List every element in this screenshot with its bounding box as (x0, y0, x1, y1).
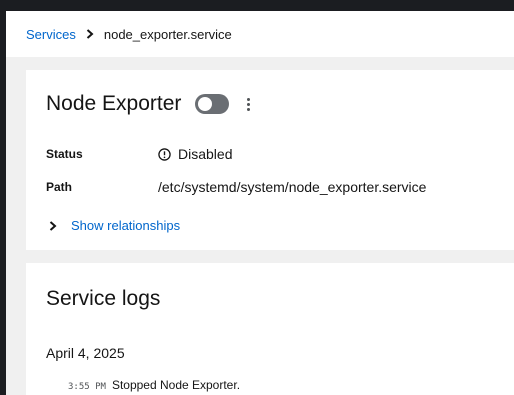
breadcrumb-current: node_exporter.service (103, 26, 232, 42)
service-detail-card: Node Exporter Status Disabled Path /etc/… (26, 70, 514, 250)
chevron-right-icon (86, 29, 94, 39)
log-entry: 3:55 PM Stopped Node Exporter. (68, 378, 240, 392)
service-enable-toggle[interactable] (195, 94, 230, 114)
log-date: April 4, 2025 (46, 345, 125, 361)
info-circle-icon (158, 147, 171, 161)
status-value: Disabled (178, 146, 233, 162)
show-relationships-label: Show relationships (71, 218, 181, 233)
path-value: /etc/systemd/system/node_exporter.servic… (158, 179, 427, 195)
kebab-menu-icon[interactable] (243, 94, 253, 114)
service-logs-card: Service logs April 4, 2025 3:55 PM Stopp… (26, 263, 514, 395)
service-logs-title: Service logs (46, 287, 161, 310)
app-frame: Services node_exporter.service Node Expo… (6, 11, 514, 395)
toggle-knob (198, 97, 213, 111)
status-value-group: Disabled (158, 146, 232, 162)
service-title: Node Exporter (46, 92, 182, 115)
path-label: Path (46, 180, 73, 194)
path-row: Path /etc/systemd/system/node_exporter.s… (46, 179, 426, 195)
service-title-row: Node Exporter (46, 92, 253, 116)
status-row: Status Disabled (46, 146, 232, 162)
breadcrumb: Services node_exporter.service (6, 11, 514, 57)
status-label: Status (46, 147, 83, 161)
log-time: 3:55 PM (68, 382, 106, 392)
breadcrumb-link-services[interactable]: Services (26, 27, 76, 42)
show-relationships-toggle[interactable]: Show relationships (48, 218, 180, 233)
log-message: Stopped Node Exporter. (111, 378, 241, 392)
chevron-right-icon (49, 220, 57, 231)
